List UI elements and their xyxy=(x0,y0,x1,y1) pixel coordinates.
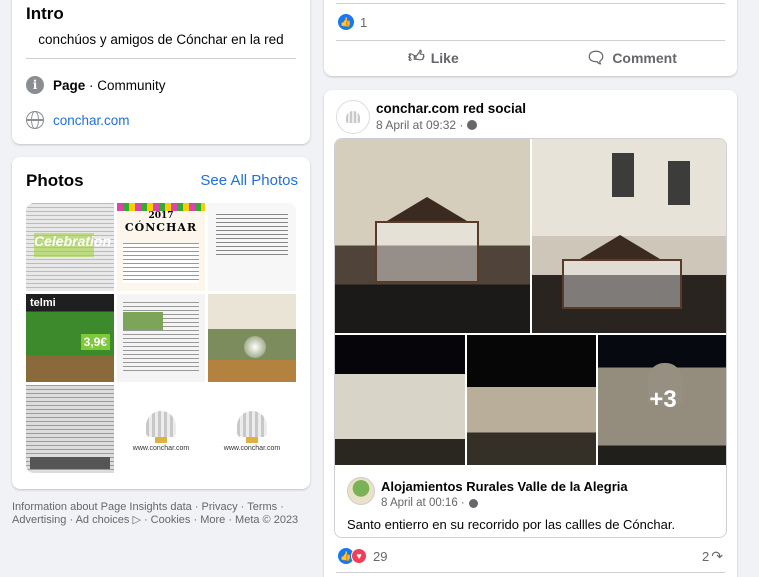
notice-map-image xyxy=(123,312,163,330)
thumbs-up-icon: 👍︎ xyxy=(408,49,425,66)
divider xyxy=(26,58,296,59)
logo-url: www.conchar.com xyxy=(223,445,281,452)
procession-photo-1[interactable] xyxy=(335,139,530,333)
litter-roof xyxy=(387,197,467,221)
comment-label: Comment xyxy=(612,50,677,66)
comment-icon: 🗨︎ xyxy=(586,50,607,67)
shared-author-avatar[interactable] xyxy=(347,477,375,505)
shell-logo-icon xyxy=(237,411,267,443)
website-link[interactable]: conchar.com xyxy=(53,113,130,128)
footer-links-line1[interactable]: Information about Page Insights data · P… xyxy=(12,501,284,514)
globe-icon xyxy=(26,111,44,129)
intro-card: Intro conchúos y amigos de Cónchar en la… xyxy=(12,0,310,144)
shared-post-text: Santo entierro en su recorrido por las c… xyxy=(347,517,676,532)
church-photo[interactable]: +3 xyxy=(598,335,726,465)
page-category-value: · Community xyxy=(85,77,166,93)
document-text-lines xyxy=(216,213,288,258)
window xyxy=(668,161,690,205)
sun-flare xyxy=(244,336,266,358)
shell-logo-icon xyxy=(146,411,176,443)
share-count[interactable]: 2 ↷ xyxy=(702,548,723,565)
divider xyxy=(336,572,725,573)
page-category-row: i Page · Community xyxy=(26,76,166,94)
photos-card: Photos See All Photos Celebration 2017 C… xyxy=(12,157,310,489)
reaction-count: 1 xyxy=(360,14,368,30)
procession-photo-2[interactable] xyxy=(532,139,726,333)
photo-thumb-document[interactable] xyxy=(208,203,296,291)
globe-icon xyxy=(468,498,478,508)
glass-litter xyxy=(562,259,682,309)
photo-thumb-conchar-logo[interactable]: www.conchar.com xyxy=(208,385,296,473)
post-author[interactable]: conchar.com red social xyxy=(376,101,526,116)
photo-thumb-fiestas-poster[interactable]: 2017 CÓNCHAR xyxy=(117,203,205,291)
poster-title: CÓNCHAR xyxy=(124,221,198,234)
intro-bio: conchúos y amigos de Cónchar en la red xyxy=(38,32,284,47)
globe-icon xyxy=(467,120,478,130)
street-photo-2[interactable] xyxy=(467,335,596,465)
photo-thumb-grey-document[interactable] xyxy=(26,385,114,473)
footer-links-line2[interactable]: Advertising · Ad choices ▷ · Cookies · M… xyxy=(12,514,298,527)
photos-grid: Celebration 2017 CÓNCHAR telmi 3,9€ www.… xyxy=(26,203,296,473)
like-button[interactable]: 👍︎ Like xyxy=(408,48,459,67)
photo-thumb-flyer[interactable]: Celebration xyxy=(26,203,114,291)
website-row: conchar.com xyxy=(26,111,130,129)
page-category-label: Page xyxy=(53,77,86,93)
poster-year: 2017 xyxy=(148,211,174,221)
photo-thumb-landscape[interactable] xyxy=(208,294,296,382)
photo-thumb-conchar-logo[interactable]: www.conchar.com xyxy=(117,385,205,473)
reaction-count: 29 xyxy=(373,548,388,564)
shared-post-footer: Alojamientos Rurales Valle de la Alegria… xyxy=(335,465,726,537)
bunting-decoration xyxy=(117,203,205,211)
comment-button[interactable]: 🗨︎ Comment xyxy=(586,48,677,68)
ad-brand: telmi xyxy=(30,297,56,309)
divider xyxy=(336,3,725,4)
info-icon: i xyxy=(26,76,44,94)
shared-author[interactable]: Alojamientos Rurales Valle de la Alegria xyxy=(381,479,628,494)
shared-meta: 8 April at 00:16 · xyxy=(381,497,478,509)
reactions-summary[interactable]: 👍 1 xyxy=(338,14,367,30)
previous-post-card: 👍 1 👍︎ Like 🗨︎ Comment xyxy=(324,0,737,76)
post-timestamp[interactable]: 8 April at 09:32 · xyxy=(376,118,463,132)
photo-thumb-notice[interactable] xyxy=(117,294,205,382)
photos-title: Photos xyxy=(26,171,84,190)
flyer-highlight-text: Celebration xyxy=(34,233,111,257)
shared-timestamp[interactable]: 8 April at 00:16 · xyxy=(381,497,465,509)
like-label: Like xyxy=(430,49,459,66)
reactions-summary[interactable]: 👍 ♥ 29 xyxy=(338,548,387,564)
love-reaction-icon: ♥ xyxy=(351,548,367,564)
share-arrow-icon: ↷ xyxy=(711,548,723,564)
ad-price: 3,9€ xyxy=(80,334,110,350)
document-shadow xyxy=(30,457,110,469)
logo-url: www.conchar.com xyxy=(132,445,190,452)
divider xyxy=(336,40,725,41)
shell-logo-icon xyxy=(346,111,360,123)
post-meta: 8 April at 09:32 · xyxy=(376,118,478,132)
more-photos-overlay[interactable]: +3 xyxy=(598,335,726,465)
page-avatar[interactable] xyxy=(336,100,370,134)
window xyxy=(612,153,634,197)
glass-litter xyxy=(375,221,479,283)
share-count-value: 2 xyxy=(702,549,710,564)
intro-title: Intro xyxy=(26,4,64,23)
shared-post[interactable]: +3 Alojamientos Rurales Valle de la Aleg… xyxy=(334,138,727,538)
litter-roof xyxy=(580,235,660,259)
post-card: conchar.com red social 8 April at 09:32 … xyxy=(324,90,737,577)
poster-text-lines xyxy=(123,243,199,283)
see-all-photos-link[interactable]: See All Photos xyxy=(200,172,298,189)
photo-thumb-telmi-ad[interactable]: telmi 3,9€ xyxy=(26,294,114,382)
like-reaction-icon: 👍 xyxy=(338,14,354,30)
street-photo-1[interactable] xyxy=(335,335,465,465)
